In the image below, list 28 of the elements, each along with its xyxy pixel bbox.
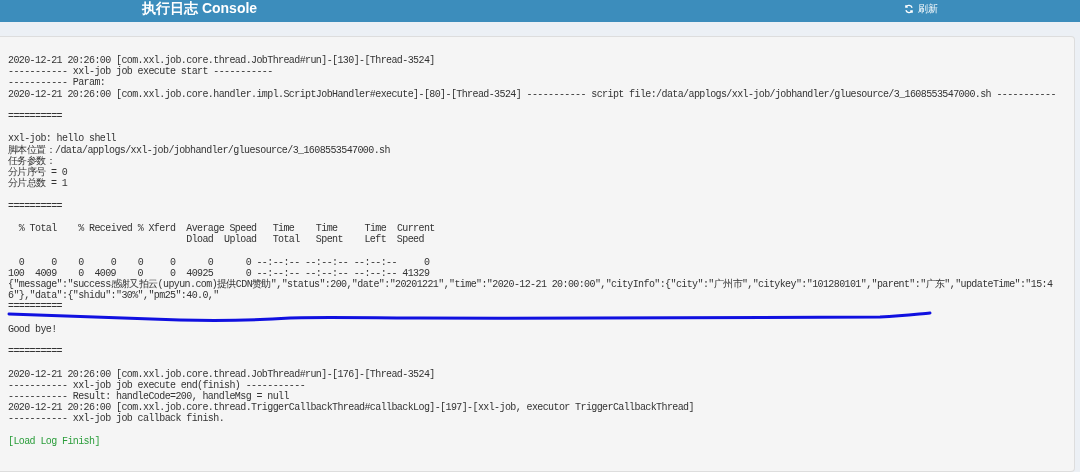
log-line: Good bye! (8, 323, 57, 335)
page-title: 执行日志 Console (142, 0, 258, 16)
log-line: 2020-12-21 20:26:00 [com.xxl.job.core.thread.JobThread#run]-[130]-[Thread-3524] (8, 55, 435, 67)
refresh-icon (904, 4, 915, 14)
log-line: 100 4009 0 4009 0 0 40925 0 --:--:-- --:--:-- --:--:-- 41329 (8, 267, 430, 279)
log-line: xxl-job: hello shell (8, 133, 117, 145)
log-line: 2020-12-21 20:26:00 [com.xxl.job.core.thread.TriggerCallbackThread#callbackLog]-[197]-[xxl-job, executor TriggerCallbackThread] (8, 402, 694, 414)
log-status: [Load Log Finish] (8, 435, 100, 447)
log-line: 2020-12-21 20:26:00 [com.xxl.job.core.handler.impl.ScriptJobHandler#execute]-[80]-[Thread-3524] ----------- script file:/data/applogs/xxl-job/jobhandler/gluesource/3_1608553547000.sh ----------- (8, 88, 1056, 100)
log-line: 分片总数 = 1 (8, 178, 68, 190)
log-line: ----------- Param: (8, 77, 106, 89)
log-line: 任务参数： (8, 155, 55, 167)
log-line: ========== (8, 200, 62, 212)
log-line: {"message":"success感谢又拍云(upyun.com)提供CDN赞助","status":200,"date":"20201221","time":"2020-12-21 20:00:00","cityInfo":{"city":"广州市","citykey":"101280101","parent":"广东","updateTime":"15:46"},"data":{"shidu":"30%","pm25":40.0," (8, 279, 1054, 302)
log-line: ========== (8, 346, 62, 358)
log-line: ========== (8, 301, 62, 313)
log-line: ----------- xxl-job job callback finish. (8, 413, 225, 425)
refresh-button[interactable]: 刷新 (904, 0, 939, 16)
log-line: 0 0 0 0 0 0 0 0 --:--:-- --:--:-- --:--:-- 0 (17, 256, 430, 268)
log-line: 分片序号 = 0 (8, 167, 68, 178)
log-line: 2020-12-21 20:26:00 [com.xxl.job.core.thread.JobThread#run]-[176]-[Thread-3524] (8, 368, 435, 380)
log-line: Dload Upload Total Spent Left Speed (185, 234, 424, 246)
log-line: ----------- xxl-job job execute start ----------- (8, 66, 273, 78)
log-line: ----------- Result: handleCode=200, handleMsg = null (8, 390, 289, 403)
log-line: ----------- xxl-job job execute end(finish) ----------- (8, 379, 306, 391)
log-line: ========== (8, 111, 62, 123)
log-line: 脚本位置：/data/applogs/xxl-job/jobhandler/gluesource/3_1608553547000.sh (8, 144, 390, 156)
log-line: % Total % Received % Xferd Average Speed Time Time Time Current (17, 223, 435, 235)
